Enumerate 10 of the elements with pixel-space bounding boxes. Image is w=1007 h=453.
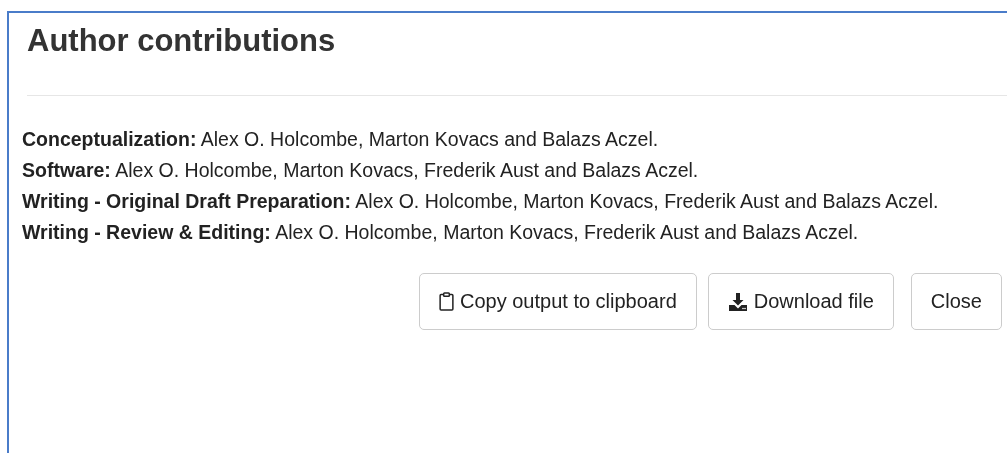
contribution-text: Writing - Review & Editing: Alex O. Holcombe, Marton Kovacs, Frederik Aust and Balazs Aczel. [22,220,860,245]
contribution-text: Conceptualization: Alex O. Holcombe, Marton Kovacs and Balazs Aczel. [22,127,660,152]
download-button[interactable]: Download file [707,273,894,330]
clipboard-icon [438,292,454,311]
download-icon [727,291,748,312]
close-button[interactable]: Close [910,273,1002,330]
dialog-title: Author contributions [26,22,337,59]
copy-button[interactable]: Copy output to clipboard [418,273,697,330]
contribution-text: Software: Alex O. Holcombe, Marton Kovacs, Frederik Aust and Balazs Aczel. [22,158,700,183]
contribution-text: Writing - Original Draft Preparation: Alex O. Holcombe, Marton Kovacs, Frederik Aust and Balazs Aczel. [22,189,940,214]
